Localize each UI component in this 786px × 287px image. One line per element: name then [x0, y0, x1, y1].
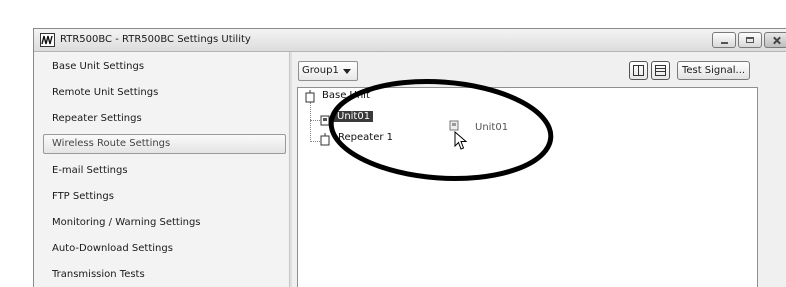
- minimize-icon[interactable]: [712, 32, 736, 48]
- rtr500bc-app-icon: [40, 33, 55, 47]
- chevron-down-icon: [343, 69, 351, 74]
- base-unit-icon: [305, 90, 315, 103]
- sidebar-item-ftp[interactable]: FTP Settings: [44, 187, 284, 207]
- sidebar-item-monitoring-warning[interactable]: Monitoring / Warning Settings: [44, 213, 284, 233]
- repeater-icon: [320, 133, 330, 146]
- columns-layout-icon: [633, 65, 644, 76]
- sidebar-item-auto-download[interactable]: Auto-Download Settings: [44, 239, 284, 259]
- drag-ghost-label: Unit01: [475, 122, 509, 133]
- sidebar-item-repeater[interactable]: Repeater Settings: [44, 109, 284, 129]
- mouse-pointer-icon: [454, 131, 468, 150]
- tree-node-unit01[interactable]: Unit01: [334, 111, 374, 122]
- tree-node-repeater-1[interactable]: Repeater 1: [338, 132, 393, 143]
- columns-layout-button[interactable]: [629, 61, 648, 80]
- tree-node-base-unit[interactable]: Base Unit: [322, 90, 370, 101]
- sidebar-item-email[interactable]: E-mail Settings: [44, 161, 284, 181]
- remote-unit-icon: [320, 115, 330, 126]
- window-controls: [712, 32, 786, 48]
- title-bar: RTR500BC - RTR500BC Settings Utility: [34, 29, 786, 52]
- route-panel: Group1 Test Signal... Base Unit Unit01 R…: [292, 52, 786, 287]
- group-select-value: Group1: [302, 65, 339, 76]
- rows-layout-icon: [655, 65, 666, 76]
- settings-sidebar: Base Unit Settings Remote Unit Settings …: [34, 52, 288, 287]
- close-icon[interactable]: [764, 32, 786, 48]
- group-select[interactable]: Group1: [298, 61, 358, 81]
- sidebar-item-wireless-route[interactable]: Wireless Route Settings: [43, 134, 286, 154]
- settings-utility-window: RTR500BC - RTR500BC Settings Utility Bas…: [33, 28, 786, 287]
- sidebar-item-base-unit[interactable]: Base Unit Settings: [44, 57, 284, 77]
- test-signal-button[interactable]: Test Signal...: [677, 61, 750, 80]
- remote-unit-icon: [449, 120, 459, 131]
- rows-layout-button[interactable]: [651, 61, 670, 80]
- window-title: RTR500BC - RTR500BC Settings Utility: [60, 34, 251, 45]
- maximize-icon[interactable]: [738, 32, 762, 48]
- sidebar-item-remote-unit[interactable]: Remote Unit Settings: [44, 83, 284, 103]
- tree-connector: [310, 102, 311, 142]
- route-tree: Base Unit Unit01 Repeater 1 Unit01: [297, 87, 758, 287]
- sidebar-item-transmission-tests[interactable]: Transmission Tests: [44, 265, 284, 285]
